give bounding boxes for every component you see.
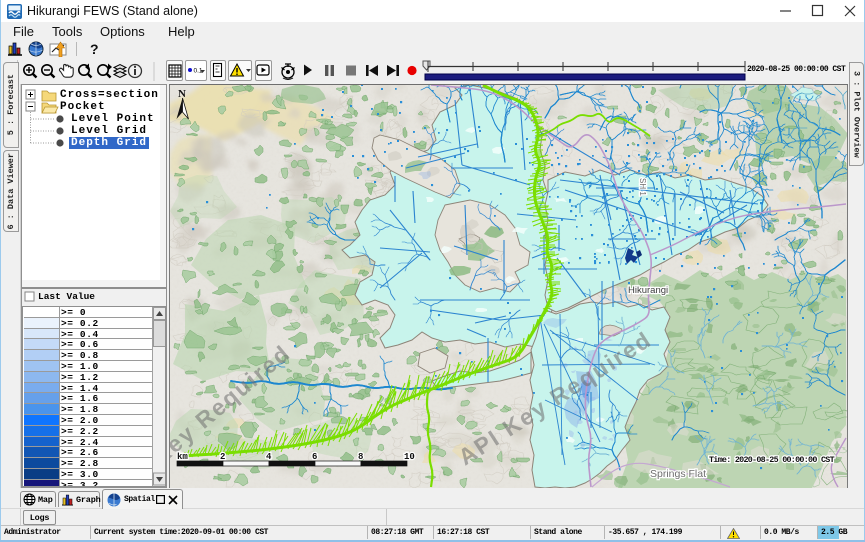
svg-text:Springs Flat: Springs Flat: [650, 468, 706, 480]
svg-text:Hikurangi: Hikurangi: [628, 285, 668, 296]
svg-text:SH 1: SH 1: [638, 178, 647, 196]
svg-text:10: 10: [404, 452, 415, 462]
svg-text:Time: 2020-08-25 00:00:00 CST: Time: 2020-08-25 00:00:00 CST: [709, 455, 835, 465]
svg-text:6: 6: [312, 452, 317, 462]
svg-text:8: 8: [358, 452, 363, 462]
svg-text:N: N: [178, 88, 186, 100]
svg-text:km: km: [177, 452, 188, 462]
svg-text:4: 4: [266, 452, 272, 462]
svg-text:2: 2: [220, 452, 225, 462]
